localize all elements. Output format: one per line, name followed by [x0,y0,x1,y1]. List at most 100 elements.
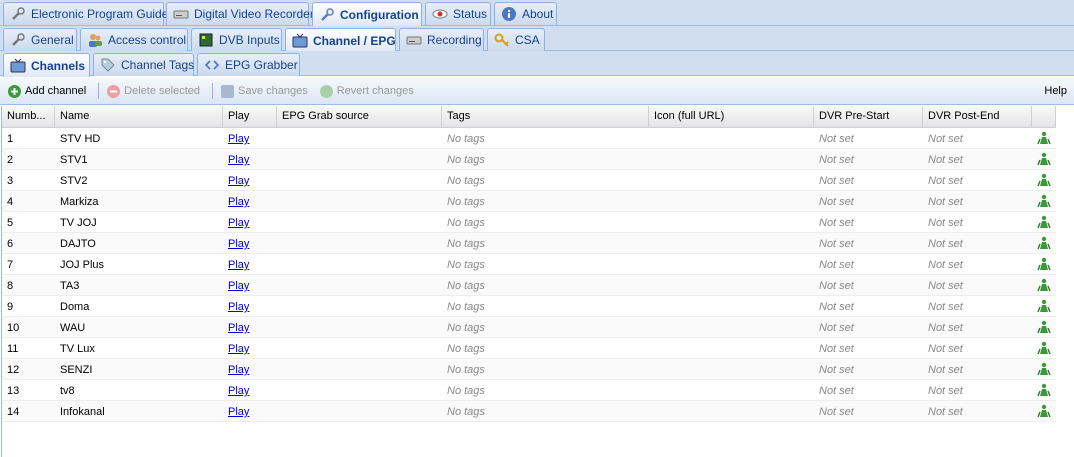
people-icon[interactable] [1037,215,1051,229]
save-changes-button[interactable]: Save changes [221,84,308,98]
cell-name: JOJ Plus [60,259,105,271]
toolbar-separator [98,83,100,99]
people-icon[interactable] [1037,404,1051,418]
people-icon[interactable] [1037,173,1051,187]
cell-play: Play [223,275,277,295]
tab-channels[interactable]: Channels [3,53,90,77]
cell-number: 14 [7,406,20,418]
tab-epg[interactable]: Electronic Program Guide [3,2,168,25]
tab-recording[interactable]: Recording [399,28,484,51]
people-icon[interactable] [1037,362,1051,376]
tab-general[interactable]: General [3,28,77,51]
play-link[interactable]: Play [228,322,249,334]
people-icon[interactable] [1037,383,1051,397]
table-row[interactable]: 2 STV1 Play No tags Not set Not set [2,149,1056,170]
table-row[interactable]: 14 Infokanal Play No tags Not set Not set [2,401,1056,422]
cell-number: 6 [7,238,14,250]
people-icon[interactable] [1037,299,1051,313]
toolbar-separator [212,83,213,99]
cell-dvr-pre-start: Not set [819,343,854,355]
cell-actions [1032,338,1056,358]
column-header-number[interactable]: Numb... [2,106,55,127]
play-link[interactable]: Play [228,364,249,376]
play-link[interactable]: Play [228,406,249,418]
tab-csa[interactable]: CSA [487,28,545,51]
people-icon[interactable] [1037,152,1051,166]
play-link[interactable]: Play [228,259,249,271]
tab-channel-epg[interactable]: Channel / EPG [285,28,396,52]
cell-name: SENZI [60,364,93,376]
table-row[interactable]: 8 TA3 Play No tags Not set Not set [2,275,1056,296]
cell-number: 4 [7,196,14,208]
table-row[interactable]: 4 Markiza Play No tags Not set Not set [2,191,1056,212]
delete-selected-button[interactable]: Delete selected [107,84,200,98]
table-row[interactable]: 1 STV HD Play No tags Not set Not set [2,128,1056,149]
table-row[interactable]: 6 DAJTO Play No tags Not set Not set [2,233,1056,254]
cell-number: 2 [7,154,14,166]
cell-actions [1032,401,1056,421]
cell-number: 5 [7,217,14,229]
people-icon[interactable] [1037,341,1051,355]
column-header-epg-grab-source[interactable]: EPG Grab source [277,106,442,127]
tab-status[interactable]: Status [425,2,491,25]
add-channel-button[interactable]: Add channel [8,84,86,98]
cell-name: DAJTO [60,238,96,250]
cell-dvr-post-end: Not set [928,217,963,229]
tab-dvr[interactable]: Digital Video Recorder [166,2,314,25]
table-row[interactable]: 12 SENZI Play No tags Not set Not set [2,359,1056,380]
table-row[interactable]: 5 TV JOJ Play No tags Not set Not set [2,212,1056,233]
cell-actions [1032,233,1056,253]
cell-dvr-post-end: Not set [928,406,963,418]
play-link[interactable]: Play [228,196,249,208]
people-icon[interactable] [1037,257,1051,271]
cell-number: 11 [7,343,19,355]
channels-grid: Numb... Name Play EPG Grab source Tags I… [2,106,1056,422]
play-link[interactable]: Play [228,175,249,187]
cell-dvr-pre-start: Not set [819,238,854,250]
people-icon[interactable] [1037,194,1051,208]
column-header-icon-url[interactable]: Icon (full URL) [649,106,814,127]
help-button[interactable]: Help [1044,85,1067,97]
table-row[interactable]: 10 WAU Play No tags Not set Not set [2,317,1056,338]
play-link[interactable]: Play [228,343,249,355]
column-header-tags[interactable]: Tags [442,106,649,127]
people-icon[interactable] [1037,131,1051,145]
play-link[interactable]: Play [228,238,249,250]
users-icon [87,32,103,48]
tab-dvb-inputs[interactable]: DVB Inputs [191,28,282,51]
tab-about[interactable]: About [494,2,557,25]
cell-dvr-post-end: Not set [928,364,963,376]
cell-epg-grab-source [277,317,442,337]
table-row[interactable]: 13 tv8 Play No tags Not set Not set [2,380,1056,401]
cell-icon-url [649,296,814,316]
table-row[interactable]: 7 JOJ Plus Play No tags Not set Not set [2,254,1056,275]
tab-configuration[interactable]: Configuration [312,2,422,26]
cell-icon-url [649,170,814,190]
revert-changes-button[interactable]: Revert changes [319,84,414,98]
table-row[interactable]: 11 TV Lux Play No tags Not set Not set [2,338,1056,359]
play-link[interactable]: Play [228,217,249,229]
cell-epg-grab-source [277,275,442,295]
column-header-dvr-pre-start[interactable]: DVR Pre-Start [814,106,923,127]
play-link[interactable]: Play [228,280,249,292]
tab-channel-tags[interactable]: Channel Tags [93,53,194,76]
cell-tags: No tags [447,175,485,187]
play-link[interactable]: Play [228,385,249,397]
cell-play: Play [223,296,277,316]
tab-epg-grabber[interactable]: EPG Grabber [197,53,300,76]
table-row[interactable]: 9 Doma Play No tags Not set Not set [2,296,1056,317]
people-icon[interactable] [1037,278,1051,292]
table-row[interactable]: 3 STV2 Play No tags Not set Not set [2,170,1056,191]
column-header-play[interactable]: Play [223,106,277,127]
play-link[interactable]: Play [228,133,249,145]
column-header-name[interactable]: Name [55,106,223,127]
play-link[interactable]: Play [228,301,249,313]
people-icon[interactable] [1037,236,1051,250]
cell-name: WAU [60,322,86,334]
cell-dvr-post-end: Not set [928,280,963,292]
people-icon[interactable] [1037,320,1051,334]
play-link[interactable]: Play [228,154,249,166]
tab-access-control[interactable]: Access control [80,28,188,51]
column-header-dvr-post-end[interactable]: DVR Post-End [923,106,1032,127]
cell-icon-url [649,401,814,421]
